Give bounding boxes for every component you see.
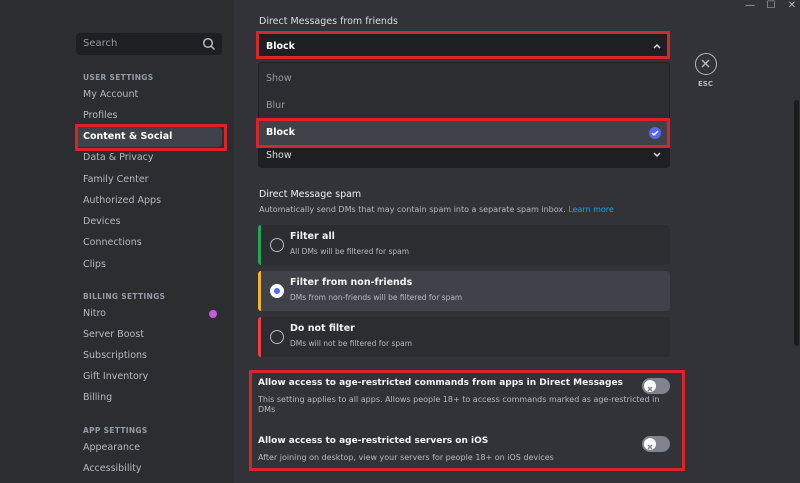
toggle-knob — [644, 438, 656, 450]
nitro-badge-icon — [209, 310, 217, 318]
sidebar-item-authorized-apps[interactable]: Authorized Apps — [76, 191, 222, 211]
sidebar-item-accessibility[interactable]: Accessibility — [76, 459, 222, 479]
age-commands-title: Allow access to age-restricted commands … — [258, 378, 623, 388]
section-title-billing-settings: BILLING SETTINGS — [83, 292, 166, 301]
dm-spam-description-text: Automatically send DMs that may contain … — [259, 205, 566, 214]
section-title-user-settings: USER SETTINGS — [83, 73, 154, 82]
close-icon — [701, 59, 710, 68]
radio-title: Do not filter — [290, 323, 355, 334]
option-block[interactable]: Block — [259, 120, 669, 146]
age-servers-title: Allow access to age-restricted servers o… — [258, 436, 489, 446]
sidebar-item-content-social[interactable]: Content & Social — [76, 127, 222, 147]
radio-color-bar — [258, 271, 261, 311]
sidebar-item-data-privacy[interactable]: Data & Privacy — [76, 148, 222, 168]
dm-spam-heading: Direct Message spam — [259, 189, 362, 200]
check-icon — [649, 127, 661, 139]
search-input[interactable]: Search — [76, 33, 222, 55]
radio-desc: DMs will not be filtered for spam — [290, 339, 413, 348]
scrollbar[interactable] — [794, 100, 799, 346]
sidebar-item-nitro[interactable]: Nitro — [76, 304, 222, 324]
dm-friends-dropdown[interactable]: Block — [258, 33, 670, 58]
age-servers-toggle[interactable] — [642, 436, 670, 452]
sidebar-item-family-center[interactable]: Family Center — [76, 170, 222, 190]
section-title-app-settings: APP SETTINGS — [83, 426, 148, 435]
settings-sidebar: Search USER SETTINGS My Account Profiles… — [0, 0, 234, 483]
chevron-down-icon — [653, 152, 661, 158]
option-show[interactable]: Show — [259, 66, 669, 92]
chevron-up-icon — [653, 43, 661, 49]
sidebar-item-devices[interactable]: Devices — [76, 212, 222, 232]
sidebar-item-clips[interactable]: Clips — [76, 255, 222, 275]
learn-more-link[interactable]: Learn more — [568, 205, 614, 214]
radio-desc: All DMs will be filtered for spam — [290, 247, 410, 256]
radio-filter-all[interactable]: Filter all All DMs will be filtered for … — [258, 225, 670, 265]
option-block-label: Block — [266, 127, 295, 138]
age-commands-toggle[interactable] — [642, 378, 670, 394]
radio-button — [270, 238, 284, 252]
radio-color-bar — [258, 225, 261, 265]
maximize-button[interactable]: ☐ — [763, 0, 779, 11]
search-placeholder: Search — [83, 38, 118, 49]
radio-title: Filter from non-friends — [290, 277, 413, 288]
dm-spam-description: Automatically send DMs that may contain … — [259, 205, 614, 214]
sidebar-item-subscriptions[interactable]: Subscriptions — [76, 346, 222, 366]
esc-button[interactable] — [695, 53, 717, 75]
radio-do-not-filter[interactable]: Do not filter DMs will not be filtered f… — [258, 317, 670, 357]
age-servers-desc: After joining on desktop, view your serv… — [258, 453, 554, 462]
radio-desc: DMs from non-friends will be filtered fo… — [290, 293, 463, 302]
close-window-button[interactable]: ✕ — [784, 0, 800, 11]
age-commands-desc-line2: DMs — [258, 405, 276, 414]
dm-friends-label: Direct Messages from friends — [259, 16, 398, 27]
sidebar-item-server-boost[interactable]: Server Boost — [76, 325, 222, 345]
sidebar-item-my-account[interactable]: My Account — [76, 85, 222, 105]
radio-button-selected — [270, 284, 284, 298]
sidebar-item-appearance[interactable]: Appearance — [76, 438, 222, 458]
toggle-knob — [644, 380, 656, 392]
minimize-button[interactable]: — — [742, 0, 758, 11]
option-blur[interactable]: Blur — [259, 93, 669, 119]
sidebar-item-billing[interactable]: Billing — [76, 388, 222, 408]
radio-color-bar — [258, 317, 261, 357]
age-commands-desc-line1: This setting applies to all apps. Allows… — [258, 395, 660, 404]
search-icon — [202, 37, 216, 51]
esc-label: ESC — [698, 80, 713, 88]
dropdown-value: Block — [266, 41, 295, 52]
sidebar-item-connections[interactable]: Connections — [76, 233, 222, 253]
x-icon — [647, 444, 653, 450]
x-icon — [647, 386, 653, 392]
sidebar-item-gift-inventory[interactable]: Gift Inventory — [76, 367, 222, 387]
radio-title: Filter all — [290, 231, 335, 242]
sidebar-item-profiles[interactable]: Profiles — [76, 106, 222, 126]
radio-button — [270, 330, 284, 344]
second-dropdown-value: Show — [266, 150, 292, 161]
radio-filter-non-friends[interactable]: Filter from non-friends DMs from non-fri… — [258, 271, 670, 311]
